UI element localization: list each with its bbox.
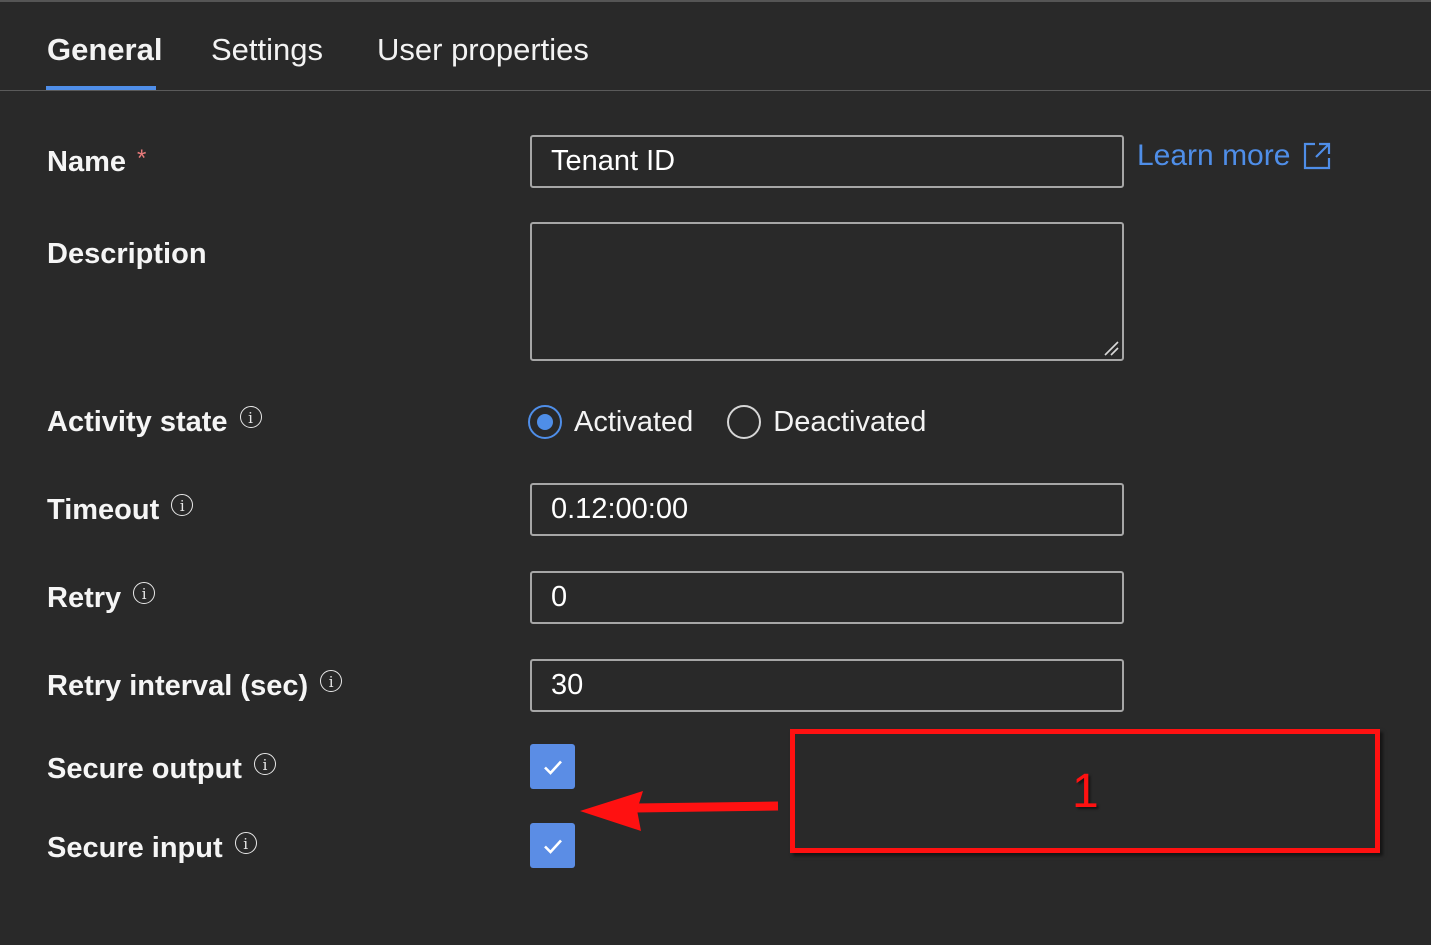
secure-input-label-row: Secure input i — [47, 831, 257, 865]
learn-more-label: Learn more — [1137, 139, 1291, 172]
required-marker: * — [137, 144, 147, 172]
retry-interval-input[interactable] — [530, 659, 1124, 712]
radio-activated[interactable]: Activated — [528, 405, 693, 439]
secure-output-label: Secure output — [47, 753, 242, 785]
checkmark-icon — [543, 760, 562, 775]
radio-deactivated[interactable]: Deactivated — [727, 405, 926, 439]
radio-deactivated-label: Deactivated — [773, 405, 927, 438]
timeout-label: Timeout — [47, 494, 160, 526]
external-link-icon — [1304, 142, 1331, 170]
tab-bar: General Settings User properties — [0, 2, 1431, 90]
info-icon[interactable]: i — [253, 752, 276, 775]
activity-state-radio-group: Activated Deactivated — [528, 402, 960, 442]
timeout-label-row: Timeout i — [47, 493, 194, 527]
resize-grip-icon[interactable] — [1103, 340, 1119, 356]
tab-general[interactable]: General — [47, 32, 162, 68]
retry-input[interactable] — [530, 571, 1124, 624]
name-label: Name — [47, 146, 126, 178]
checkmark-icon — [543, 839, 562, 854]
timeout-input[interactable] — [530, 483, 1124, 536]
name-label-row: Name * — [47, 144, 147, 179]
activity-state-label: Activity state — [47, 406, 228, 438]
retry-interval-label-row: Retry interval (sec) i — [47, 669, 343, 703]
radio-activated-label: Activated — [574, 405, 694, 438]
info-icon[interactable]: i — [171, 493, 194, 516]
activity-state-label-row: Activity state i — [47, 405, 262, 439]
retry-label-row: Retry i — [47, 581, 156, 615]
radio-activated-circle[interactable] — [528, 405, 562, 439]
radio-deactivated-circle[interactable] — [727, 405, 762, 439]
info-icon[interactable]: i — [234, 831, 257, 854]
description-label: Description — [47, 238, 207, 270]
info-icon[interactable]: i — [320, 669, 343, 692]
tab-user-properties[interactable]: User properties — [377, 32, 589, 68]
secure-output-label-row: Secure output i — [47, 752, 276, 786]
annotation-arrow — [580, 791, 779, 831]
retry-interval-label: Retry interval (sec) — [47, 670, 309, 702]
secure-output-checkbox[interactable] — [530, 744, 575, 789]
secure-input-checkbox[interactable] — [530, 823, 575, 868]
tabs-divider — [0, 90, 1431, 91]
learn-more-link[interactable]: Learn more — [1137, 139, 1332, 173]
description-textarea[interactable] — [530, 222, 1124, 361]
name-input[interactable] — [530, 135, 1124, 188]
secure-input-label: Secure input — [47, 832, 223, 864]
info-icon[interactable]: i — [239, 405, 262, 428]
tab-settings[interactable]: Settings — [211, 32, 323, 68]
retry-label: Retry — [47, 582, 122, 614]
info-icon[interactable]: i — [133, 581, 156, 604]
description-label-row: Description — [47, 238, 207, 271]
annotation-number: 1 — [1072, 765, 1099, 818]
